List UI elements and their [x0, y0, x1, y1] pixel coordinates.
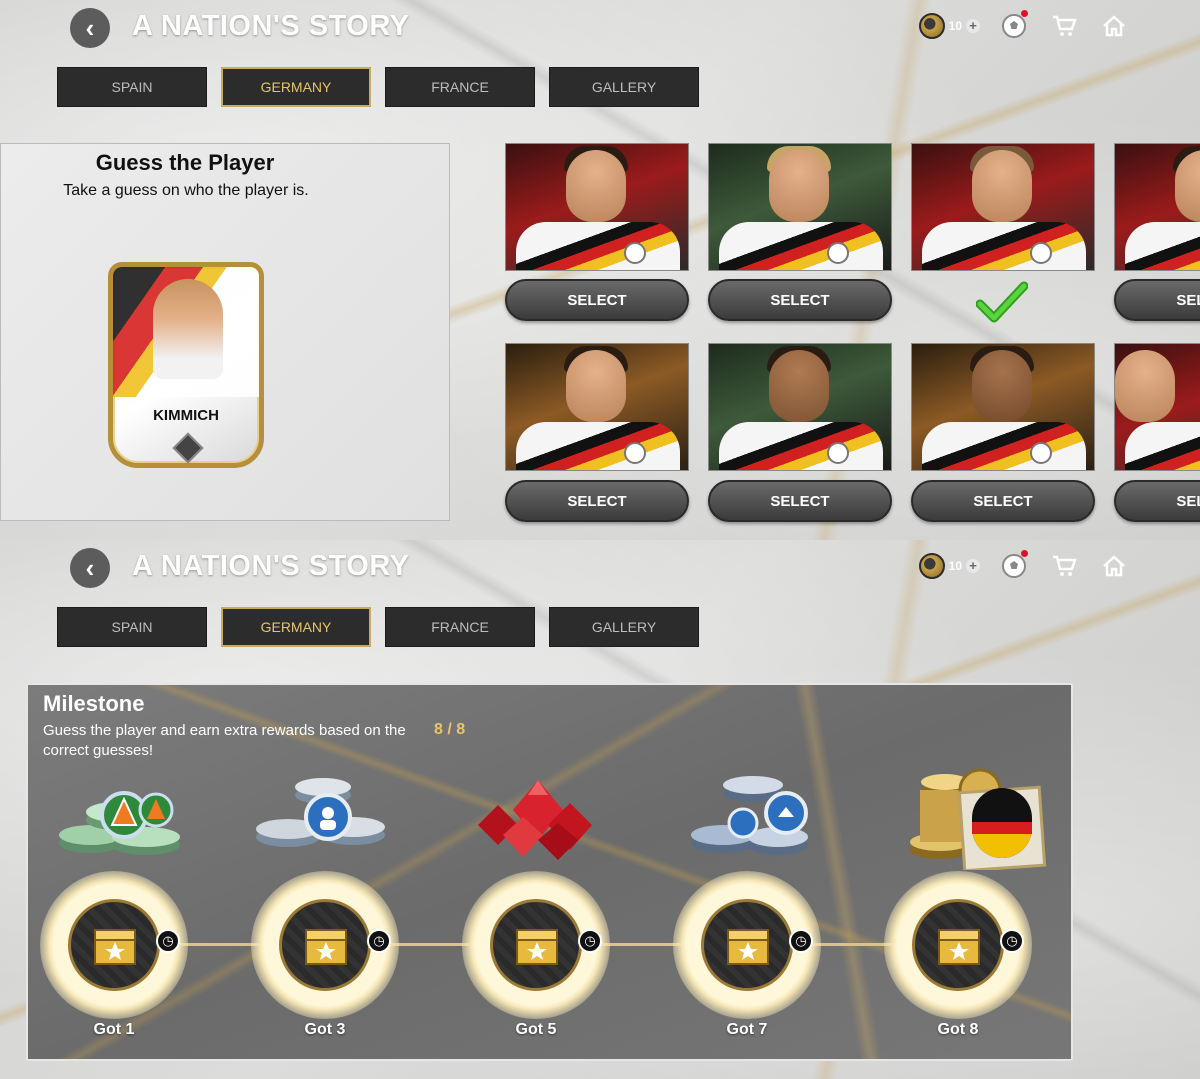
page-title: A NATION'S STORY [132, 10, 410, 42]
player-photo[interactable] [708, 143, 892, 271]
coin-icon [918, 553, 945, 579]
chevron-left-icon: ‹ [85, 553, 95, 583]
red-gems-icon [478, 780, 592, 860]
reward-box-icon [938, 929, 980, 965]
clock-icon: ◷ [789, 929, 813, 953]
milestone-node[interactable]: ◷ [673, 871, 821, 1019]
reward-box-icon [727, 929, 769, 965]
hud: 10 + [918, 550, 1130, 580]
milestone-node[interactable]: ◷ [884, 871, 1032, 1019]
coin-counter[interactable]: 10 + [918, 553, 980, 579]
player-photo[interactable] [505, 343, 689, 471]
football-icon[interactable] [998, 10, 1030, 40]
guess-subtitle: Take a guess on who the player is. [63, 182, 309, 199]
milestone-label: Got 3 [304, 1021, 346, 1038]
milestone-label: Got 8 [937, 1021, 979, 1038]
clock-icon: ◷ [578, 929, 602, 953]
page-title: A NATION'S STORY [132, 550, 410, 582]
back-button[interactable]: ‹ [70, 8, 110, 48]
milestone-panel: Milestone Guess the player and earn extr… [26, 683, 1073, 1061]
tab-france[interactable]: FRANCE [385, 607, 535, 647]
milestone-title: Milestone [43, 691, 145, 716]
cart-icon[interactable] [1048, 552, 1080, 580]
reward-box-icon [305, 929, 347, 965]
select-button[interactable]: SELECT [1114, 480, 1200, 522]
player-photo[interactable] [911, 343, 1095, 471]
milestone-description: Guess the player and earn extra rewards … [43, 722, 406, 759]
blue-silver-tokens-icon [256, 778, 385, 847]
milestone-node[interactable]: ◷ [462, 871, 610, 1019]
player-photo[interactable] [505, 143, 689, 271]
tab-gallery[interactable]: GALLERY [549, 607, 699, 647]
nation-tabs: SPAIN GERMANY FRANCE GALLERY [57, 67, 699, 107]
guess-title: Guess the Player [95, 150, 275, 175]
tab-germany[interactable]: GERMANY [221, 607, 371, 647]
plus-icon[interactable]: + [966, 559, 980, 573]
tab-france[interactable]: FRANCE [385, 67, 535, 107]
guess-panel: Guess the Player Take a guess on who the… [0, 143, 450, 521]
select-button[interactable]: SELECT [505, 480, 689, 522]
select-button[interactable]: SELECT [708, 480, 892, 522]
player-photo[interactable] [708, 343, 892, 471]
reward-box-icon [94, 929, 136, 965]
cart-icon[interactable] [1048, 12, 1080, 40]
coin-counter[interactable]: 10 + [918, 13, 980, 39]
coin-count: 10 [948, 559, 962, 573]
notification-dot [1021, 550, 1028, 557]
blue-tokens-icon [691, 776, 808, 855]
clock-icon: ◷ [367, 929, 391, 953]
home-icon[interactable] [1098, 552, 1130, 580]
tab-spain[interactable]: SPAIN [57, 607, 207, 647]
milestone-label: Got 7 [726, 1021, 768, 1038]
player-photo[interactable] [1114, 343, 1200, 471]
guess-player-screen: ‹ A NATION'S STORY 10 + SPAIN GERMANY FR… [0, 0, 1200, 540]
card-gem-icon [172, 432, 204, 463]
milestone-node[interactable]: ◷ [40, 871, 188, 1019]
milestone-screen: ‹ A NATION'S STORY 10 + SPAIN GERMANY FR… [0, 540, 1200, 1079]
plus-icon[interactable]: + [966, 19, 980, 33]
tab-germany[interactable]: GERMANY [221, 67, 371, 107]
player-portrait [153, 279, 223, 379]
check-icon [976, 281, 1028, 323]
select-button[interactable]: SELECT [911, 480, 1095, 522]
select-button[interactable]: SELECT [505, 279, 689, 321]
hud: 10 + [918, 10, 1130, 40]
milestone-label: Got 1 [93, 1021, 135, 1038]
back-button[interactable]: ‹ [70, 548, 110, 588]
milestone-label: Got 5 [515, 1021, 557, 1038]
nation-tabs: SPAIN GERMANY FRANCE GALLERY [57, 607, 699, 647]
player-photo[interactable] [1114, 143, 1200, 271]
gold-tokens-germany-badge-icon [910, 768, 1047, 870]
coin-icon [918, 13, 945, 39]
clock-icon: ◷ [156, 929, 180, 953]
card-player-name: KIMMICH [153, 407, 219, 424]
milestone-node[interactable]: ◷ [251, 871, 399, 1019]
coin-count: 10 [948, 19, 962, 33]
tab-gallery[interactable]: GALLERY [549, 67, 699, 107]
select-button[interactable]: SELECT [708, 279, 892, 321]
home-icon[interactable] [1098, 12, 1130, 40]
reward-box-icon [516, 929, 558, 965]
player-card: KIMMICH [108, 262, 264, 468]
tab-spain[interactable]: SPAIN [57, 67, 207, 107]
green-tokens-icon [59, 791, 180, 855]
football-icon[interactable] [998, 550, 1030, 580]
chevron-left-icon: ‹ [85, 13, 95, 43]
player-photo[interactable] [911, 143, 1095, 271]
milestone-progress: 8 / 8 [434, 721, 466, 738]
notification-dot [1021, 10, 1028, 17]
select-button[interactable]: SELECT [1114, 279, 1200, 321]
clock-icon: ◷ [1000, 929, 1024, 953]
